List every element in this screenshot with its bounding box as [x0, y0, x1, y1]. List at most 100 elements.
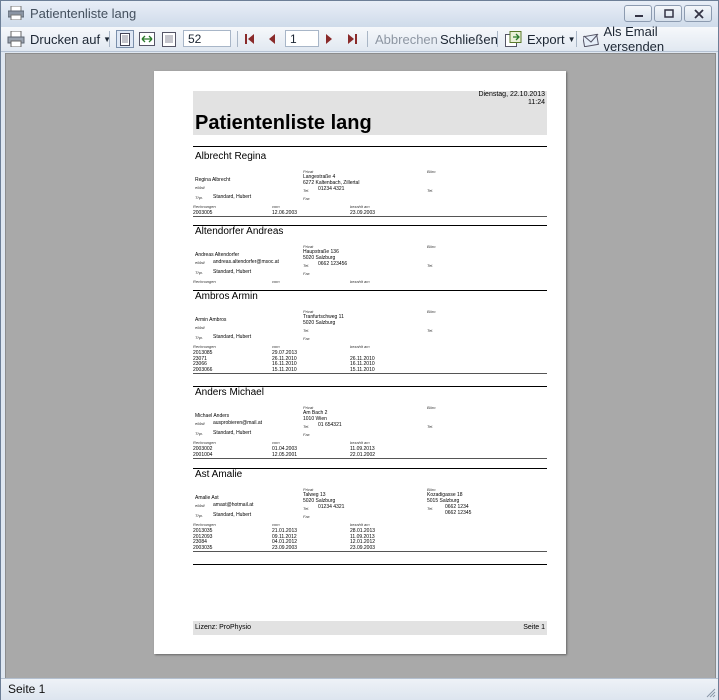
last-page-button[interactable] — [347, 30, 357, 48]
email-button[interactable]: Als Email versenden — [583, 24, 718, 54]
label-rechnungen: Rechnungen — [193, 522, 216, 527]
label-vom: vom — [272, 279, 280, 284]
email-label: Als Email versenden — [603, 24, 665, 54]
patient-block: Altendorfer Andreas Privat Büro Andreas Alt… — [193, 226, 547, 291]
label-buero: Büro — [427, 405, 436, 410]
label-fax: Fax — [303, 336, 310, 341]
label-thp: Thp. — [195, 195, 204, 200]
header-rule — [193, 146, 547, 147]
first-page-icon — [245, 34, 254, 44]
label-vom: vom — [272, 522, 280, 527]
maximize-button[interactable] — [654, 5, 682, 22]
invoice-underline — [193, 457, 547, 459]
report-title: Patientenliste lang — [195, 112, 372, 134]
resize-grip-icon[interactable] — [706, 688, 716, 698]
last-page-icon — [348, 34, 357, 44]
therapist: Standard, Hubert — [213, 430, 252, 436]
tel: 01234 4321 — [318, 504, 345, 510]
city: 5020 Salzburg — [303, 320, 336, 326]
patient-name: Altendorfer Andreas — [195, 226, 284, 237]
maximize-icon — [664, 9, 674, 18]
invoice-underline — [193, 372, 547, 374]
window-title: Patientenliste lang — [30, 6, 137, 21]
footer-license: Lizenz: ProPhysio — [195, 624, 252, 631]
page-width-button[interactable] — [139, 30, 155, 48]
patient-fullname: Andreas Altendorfer — [195, 252, 240, 258]
label-vom: vom — [272, 440, 280, 445]
label-thp: Thp. — [195, 431, 204, 436]
label-thp: Thp. — [195, 513, 204, 518]
therapist: Standard, Hubert — [213, 194, 252, 200]
toolbar-divider — [497, 31, 498, 47]
next-page-icon — [326, 34, 332, 44]
label-tel: Tel. — [303, 424, 310, 429]
printer-app-icon — [8, 6, 24, 20]
close-window-button[interactable] — [684, 5, 712, 22]
preview-window: Patientenliste lang Drucken auf ▼ 52 1 A… — [0, 0, 719, 700]
export-icon — [505, 31, 522, 47]
work-fax: 0662 12345 — [445, 510, 472, 516]
label-tel-work: Tel. — [427, 263, 434, 268]
print-button[interactable]: Drucken auf ▼ — [7, 30, 111, 48]
chevron-down-icon: ▼ — [567, 34, 576, 44]
patient-fullname: Amalie Ast — [195, 495, 219, 501]
label-fax: Fax — [303, 514, 310, 519]
label-bezahlt: bezahlt am — [350, 344, 370, 349]
report-footer: Lizenz: ProPhysio Seite 1 — [193, 621, 547, 635]
patient-fullname: Armin Ambros — [195, 317, 227, 323]
toolbar-divider — [576, 31, 577, 47]
label-tel-work: Tel. — [427, 506, 434, 511]
printer-icon — [7, 31, 25, 47]
label-email: eMail — [195, 503, 205, 508]
patient-name: Ambros Armin — [195, 291, 258, 302]
label-email: eMail — [195, 325, 205, 330]
next-page-button[interactable] — [325, 30, 333, 48]
email-icon — [583, 33, 599, 47]
invoice-underline — [193, 550, 547, 552]
tel: 01234 4321 — [318, 186, 345, 192]
patient-name: Albrecht Regina — [195, 151, 267, 162]
patient-separator — [193, 564, 547, 565]
therapist: Standard, Hubert — [213, 269, 252, 275]
minimize-button[interactable] — [624, 5, 652, 22]
status-text: Seite 1 — [8, 682, 46, 696]
previous-page-button[interactable] — [268, 30, 276, 48]
patient-name: Anders Michael — [195, 387, 264, 398]
email: amast@hotmail.at — [213, 502, 254, 508]
label-buero: Büro — [427, 309, 436, 314]
cancel-label: Abbrechen — [375, 31, 438, 47]
patient-block: Ast Amalie Privat Büro Amalie Ast Talweg 13 5… — [193, 469, 547, 565]
toolbar-divider — [367, 31, 368, 47]
patient-fullname: Regina Albrecht — [195, 177, 231, 183]
preview-area[interactable]: Dienstag, 22.10.2013 11:24 Patientenlist… — [5, 53, 716, 679]
zoom-button[interactable] — [162, 30, 176, 48]
label-thp: Thp. — [195, 335, 204, 340]
patient-block: Anders Michael Privat Büro Michael Anders Am… — [193, 387, 547, 469]
label-tel-work: Tel. — [427, 328, 434, 333]
label-bezahlt: bezahlt am — [350, 279, 370, 284]
zoom-input[interactable]: 52 — [183, 30, 231, 47]
document-zoom-icon — [162, 31, 176, 47]
first-page-button[interactable] — [245, 30, 255, 48]
label-bezahlt: bezahlt am — [350, 522, 370, 527]
close-button[interactable]: Schließen — [440, 30, 498, 48]
cancel-button[interactable]: Abbrechen — [375, 30, 438, 48]
report-time: 11:24 — [528, 99, 545, 106]
report-page: Dienstag, 22.10.2013 11:24 Patientenlist… — [154, 71, 566, 654]
label-tel-work: Tel. — [427, 424, 434, 429]
report-datetime: Dienstag, 22.10.2013 11:24 — [478, 91, 545, 107]
export-button[interactable]: Export ▼ — [505, 30, 576, 48]
therapist: Standard, Hubert — [213, 334, 252, 340]
label-tel: Tel. — [303, 328, 310, 333]
label-thp: Thp. — [195, 270, 204, 275]
toolbar-divider — [237, 31, 238, 47]
page-number-input[interactable]: 1 — [285, 30, 319, 47]
patient-name: Ast Amalie — [195, 469, 243, 480]
label-tel: Tel. — [303, 506, 310, 511]
tel: 0662 123456 — [318, 261, 348, 267]
footer-page: Seite 1 — [523, 624, 545, 631]
whole-page-button[interactable] — [116, 30, 134, 48]
fit-width-icon — [139, 32, 155, 46]
label-bezahlt: bezahlt am — [350, 440, 370, 445]
patient-block: Ambros Armin Privat Büro Armin Ambros Tranfu… — [193, 291, 547, 387]
